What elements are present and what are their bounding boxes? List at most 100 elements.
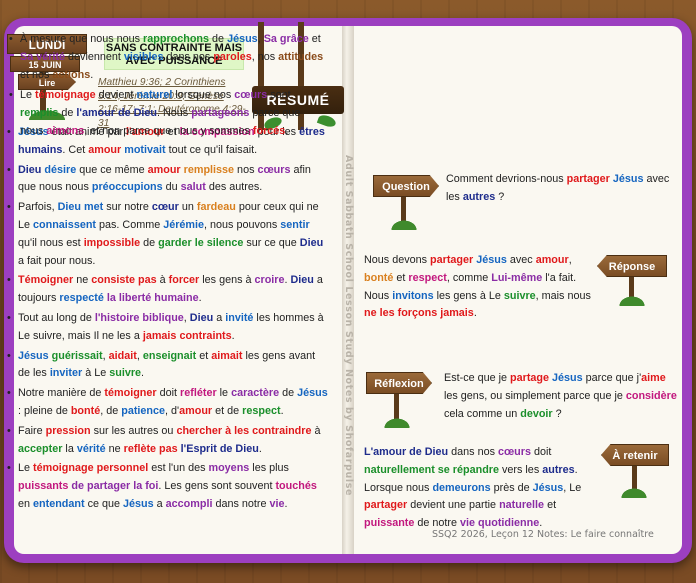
text-run: Tout au long de <box>18 311 95 324</box>
highlighted-text: fardeau <box>196 201 236 214</box>
summary-bullet: Tout au long de l'histoire biblique, Die… <box>6 310 328 346</box>
text-run: , nos <box>251 50 279 63</box>
highlighted-text: naturelle <box>499 499 545 512</box>
highlighted-text: l'amour de Dieu <box>76 107 157 120</box>
text-run: , comme <box>446 271 492 284</box>
highlighted-text: partager <box>566 173 610 185</box>
text-run: des autres. <box>205 181 263 194</box>
text-run: . Nous <box>156 107 192 120</box>
text-run: ? <box>552 407 562 420</box>
summary-bullet: Le témoignage devient naturel lorsque no… <box>8 87 326 140</box>
text-run: pas. Comme <box>96 218 164 231</box>
highlighted-text: forcer <box>168 274 200 287</box>
text-run: Parfois, <box>18 201 58 214</box>
text-run: est l'un des <box>148 462 209 475</box>
text-run: de <box>58 107 77 120</box>
text-run: . <box>231 329 235 342</box>
highlighted-text: enseignait <box>142 349 197 362</box>
text-run: Comment devrions-nous <box>446 173 567 185</box>
highlighted-text: Sa grâce <box>263 33 309 45</box>
text-run: a fait pour nous. <box>18 254 96 267</box>
text-run: lorsque nos <box>172 89 235 102</box>
text-run: , nous pouvons <box>204 218 281 231</box>
highlighted-text: respect <box>408 271 447 284</box>
summary-bullet: À mesure que nous nous rapprochons de Jé… <box>8 31 326 84</box>
text-run: Est-ce que je <box>444 372 511 384</box>
highlighted-text: naturellement se répandre <box>364 463 500 476</box>
text-run: . <box>284 497 288 510</box>
highlighted-text: aimons <box>46 124 85 137</box>
highlighted-text: naturel <box>136 89 173 102</box>
text-run: ? <box>495 190 505 203</box>
text-run: ce que <box>84 497 124 510</box>
text-run: À mesure que nous nous <box>20 33 144 45</box>
highlighted-text: Sa vérité <box>20 50 66 63</box>
highlighted-text: l'Esprit de Dieu <box>180 442 259 455</box>
text-run: qu'il nous est <box>18 236 84 249</box>
text-run: . <box>198 292 202 305</box>
text-run: en <box>18 497 34 510</box>
text-run: vers les <box>499 463 543 476</box>
highlighted-text: chercher à les contraindre <box>176 424 312 437</box>
highlighted-text: partager <box>364 499 408 512</box>
highlighted-text: impossible <box>83 236 141 249</box>
text-run: les gens à <box>199 274 255 287</box>
reflection-text: Est-ce que je partage Jésus parce que j'… <box>444 370 680 423</box>
answer-sign: Réponse <box>597 255 667 277</box>
highlighted-text: respect <box>242 404 281 417</box>
highlighted-text: suivre <box>503 289 536 302</box>
highlighted-text: témoignage <box>35 89 96 102</box>
highlighted-text: Dieu <box>299 236 324 249</box>
highlighted-text: aime <box>641 372 666 384</box>
highlighted-text: Dieu <box>290 274 314 287</box>
text-run: et de <box>212 404 243 417</box>
highlighted-text: Dieu <box>18 163 42 176</box>
highlighted-text: Jésus <box>552 372 583 384</box>
highlighted-text: puissante <box>364 517 415 530</box>
text-run: et <box>196 349 212 362</box>
highlighted-text: caractère <box>231 387 280 400</box>
text-run: . <box>280 404 284 417</box>
text-run: du <box>162 181 181 194</box>
text-run: . Les gens sont souvent <box>158 480 276 493</box>
footer-lesson-label: SSQ2 2026, Leçon 12 Notes: Le faire conn… <box>432 529 654 540</box>
text-run: , Le <box>563 481 582 494</box>
text-run: devient une partie <box>407 499 500 512</box>
text-run: a <box>153 497 166 510</box>
highlighted-text: sentir <box>280 218 310 231</box>
highlighted-text: attitudes <box>278 50 324 63</box>
text-run: dans nos <box>163 50 214 63</box>
text-run: : pleine de <box>18 404 71 417</box>
grass-icon <box>381 416 413 428</box>
text-run: Faire <box>18 424 46 437</box>
highlighted-text: rapprochons <box>143 33 210 45</box>
highlighted-text: Dieu <box>57 201 82 214</box>
text-run: . <box>258 442 262 455</box>
text-run: nos <box>234 163 258 176</box>
text-run: tout ce qu'il faisait. <box>165 143 258 156</box>
text-run: . <box>141 367 145 380</box>
highlighted-text: motivait <box>124 143 166 156</box>
text-run: à <box>156 274 169 287</box>
highlighted-text: guérissait <box>51 349 103 362</box>
highlighted-text: vérité <box>76 442 106 455</box>
summary-bullet: Jésus guérissait, aidait, enseignait et … <box>6 348 328 384</box>
highlighted-text: refléter <box>180 387 217 400</box>
text-run: . <box>473 307 477 320</box>
summary-bullet: Le témoignage personnel est l'un des moy… <box>6 460 328 513</box>
highlighted-text: L'amour de Dieu <box>364 446 449 458</box>
highlighted-text: remplis <box>20 107 59 120</box>
text-run: devient <box>95 89 137 102</box>
text-run: que ce même <box>76 163 148 176</box>
summary-list: Jésus était animé par l'amour et la comp… <box>6 124 328 516</box>
text-run: Nous devons <box>364 254 431 266</box>
highlighted-text: touchés <box>275 480 317 493</box>
text-run: de notre <box>414 517 461 530</box>
text-run: à Le <box>82 367 110 380</box>
text-run: la <box>62 442 77 455</box>
text-run: de <box>209 33 228 45</box>
text-run: , d' <box>165 404 180 417</box>
highlighted-text: inviter <box>49 367 83 380</box>
reflection-sign: Réflexion <box>366 372 432 394</box>
highlighted-text: Lui-même <box>491 271 543 284</box>
